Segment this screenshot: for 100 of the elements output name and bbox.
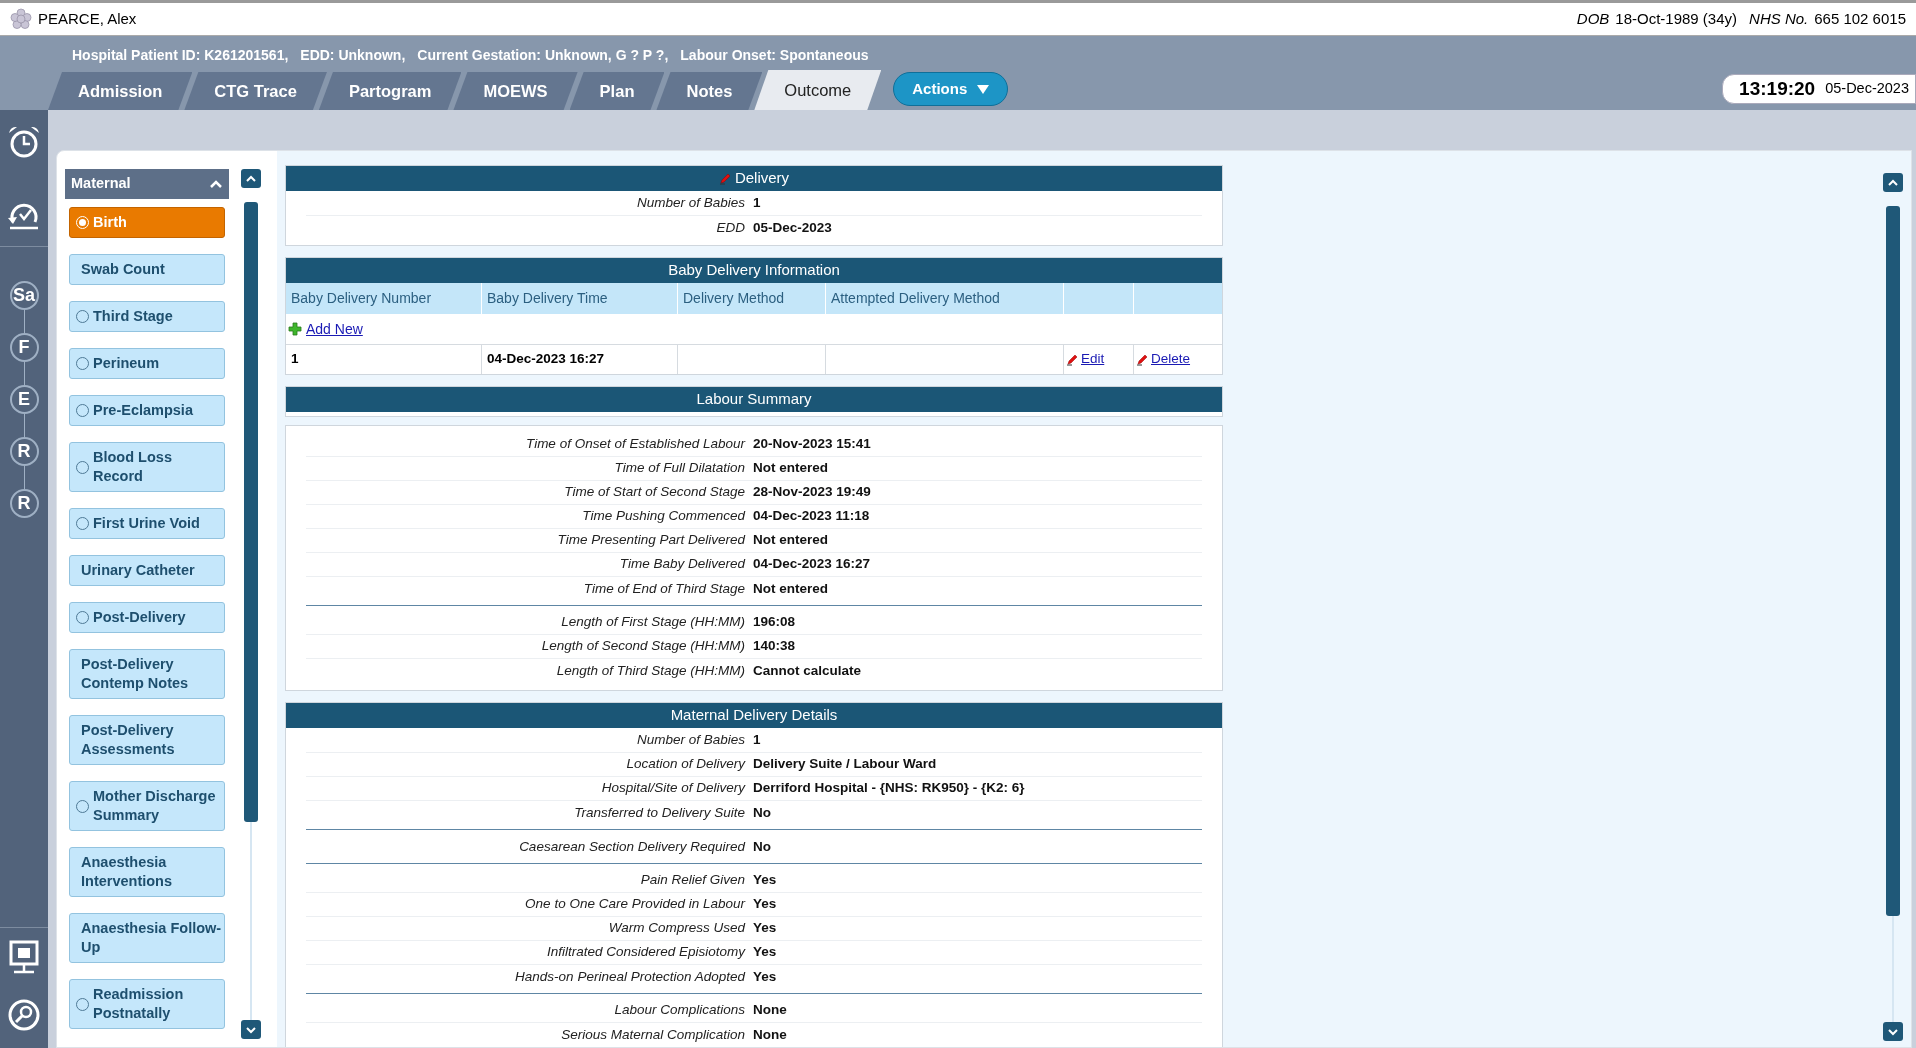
alarm-clock-icon[interactable]	[6, 124, 42, 160]
nav-tab[interactable]: CTG Trace	[184, 72, 327, 110]
nhs-label: NHS No.	[1749, 8, 1809, 29]
patient-name: PEARCE, Alex	[38, 8, 137, 29]
table-cell-text: 1	[291, 350, 299, 369]
field-label: Time Pushing Commenced	[581, 507, 747, 526]
field-label: Length of First Stage (HH:MM)	[560, 613, 746, 632]
menu-item[interactable]: Anaesthesia Follow-Up	[69, 913, 225, 963]
field-label: Time Baby Delivered	[618, 555, 747, 574]
field-label: Warm Compress Used	[607, 919, 747, 938]
menu-item[interactable]: First Urine Void	[69, 508, 225, 539]
section-title: Baby Delivery Information	[668, 260, 840, 281]
field-value: Not entered	[753, 459, 828, 478]
field-label: EDD	[715, 218, 746, 237]
pencil-icon	[718, 172, 731, 185]
field-value: 1	[753, 194, 761, 213]
menu-item[interactable]: Pre-Eclampsia	[69, 395, 225, 426]
field-value: Yes	[753, 943, 777, 962]
menu-item[interactable]: Readmission Postnatally	[69, 979, 225, 1029]
presentation-board-icon[interactable]	[8, 940, 40, 976]
field-value: 05-Dec-2023	[753, 218, 832, 237]
menu-item[interactable]: Urinary Catheter	[69, 555, 225, 586]
menu-item[interactable]: Post-Delivery Assessments	[69, 715, 225, 765]
chevron-up-icon	[245, 174, 257, 183]
menu-header[interactable]: Maternal	[65, 169, 229, 199]
nav-tab[interactable]: MOEWS	[453, 72, 578, 110]
field-value: Not entered	[753, 579, 828, 598]
rail-letter-badge[interactable]: E	[9, 385, 39, 414]
caret-icon	[977, 84, 990, 94]
menu-item[interactable]: Swab Count	[69, 254, 225, 285]
menu-item[interactable]: Perineum	[69, 348, 225, 379]
scroll-down-button[interactable]	[1883, 1022, 1903, 1041]
clock-date: 05-Dec-2023	[1825, 79, 1909, 99]
field-label: Length of Second Stage (HH:MM)	[540, 637, 746, 656]
scroll-down-button[interactable]	[241, 1020, 261, 1039]
edit-link[interactable]: Edit	[1081, 349, 1105, 370]
rail-letter-badge[interactable]: R	[9, 489, 39, 518]
rail-letter-badge[interactable]: Sa	[9, 281, 39, 310]
section-title: Maternal Delivery Details	[670, 705, 838, 726]
field-label: Labour Complications	[613, 1001, 746, 1020]
field-label: Caesarean Section Delivery Required	[518, 837, 747, 856]
pencil-icon	[1136, 353, 1148, 366]
menu-item[interactable]: Anaesthesia Interventions	[69, 847, 225, 897]
scroll-up-button[interactable]	[1883, 173, 1903, 192]
nav-tab[interactable]: Plan	[569, 72, 665, 110]
section-title: Labour Summary	[696, 389, 812, 410]
scrollbar-thumb[interactable]	[244, 202, 258, 822]
field-label: Hands-on Perineal Protection Adopted	[514, 967, 747, 986]
menu-item[interactable]: Mother Discharge Summary	[69, 781, 225, 831]
menu-title: Maternal	[71, 174, 131, 194]
pencil-icon	[1066, 353, 1078, 366]
scrollbar-thumb[interactable]	[1886, 206, 1900, 916]
field-value: None	[753, 1001, 787, 1020]
dob-value: 18-Oct-1989 (34y)	[1615, 8, 1738, 29]
rail-letter-badge[interactable]: F	[9, 333, 39, 362]
column-header: Delivery Method	[678, 283, 826, 314]
menu-item[interactable]: Blood Loss Record	[69, 442, 225, 492]
patient-banner-item: Labour Onset: Spontaneous	[680, 46, 869, 64]
field-value: Cannot calculate	[753, 661, 862, 680]
menu-item[interactable]: Post-Delivery Contemp Notes	[69, 649, 225, 699]
chevron-down-icon	[245, 1025, 257, 1034]
section-title: Delivery	[734, 168, 790, 189]
menu-item[interactable]: Post-Delivery	[69, 602, 225, 633]
field-value: Delivery Suite / Labour Ward	[753, 755, 937, 774]
chevron-up-icon	[1887, 178, 1899, 187]
nav-tab[interactable]: Admission	[48, 72, 193, 110]
dob-label: DOB	[1576, 8, 1610, 29]
field-label: Time Presenting Part Delivered	[556, 531, 747, 550]
plus-icon	[288, 322, 302, 336]
chevron-down-icon	[1887, 1027, 1899, 1036]
patient-banner-item: Current Gestation: Unknown, G ? P ?,	[417, 46, 669, 64]
field-value: No	[753, 837, 771, 856]
rail-letter-badge[interactable]: R	[9, 437, 39, 466]
actions-button[interactable]: Actions	[893, 72, 1009, 106]
field-label: Time of Full Dilatation	[613, 459, 746, 478]
field-label: Transferred to Delivery Suite	[573, 803, 746, 822]
patient-banner-item: Hospital Patient ID: K261201561,	[72, 46, 289, 64]
add-new-link[interactable]: Add New	[306, 318, 363, 340]
nhs-value: 665 102 6015	[1814, 8, 1906, 29]
search-icon[interactable]	[7, 998, 41, 1032]
nav-tab[interactable]: Partogram	[318, 72, 462, 110]
field-value: Derriford Hospital - {NHS: RK950} - {K2: 6}	[753, 779, 1025, 798]
field-label: One to One Care Provided in Labour	[524, 895, 747, 914]
field-label: Location of Delivery	[625, 755, 747, 774]
delete-link[interactable]: Delete	[1151, 349, 1191, 370]
nav-tab[interactable]: Outcome	[754, 70, 882, 110]
scroll-up-button[interactable]	[241, 169, 261, 188]
field-value: 196:08	[753, 613, 796, 632]
field-label: Hospital/Site of Delivery	[600, 779, 747, 798]
column-header: Baby Delivery Time	[482, 283, 678, 314]
field-value: 20-Nov-2023 15:41	[753, 435, 871, 454]
field-label: Number of Babies	[635, 731, 746, 750]
nav-tab[interactable]: Notes	[656, 72, 763, 110]
field-value: None	[753, 1025, 787, 1044]
menu-item[interactable]: Third Stage	[69, 301, 225, 332]
field-label: Serious Maternal Complication	[560, 1025, 746, 1044]
field-label: Number of Babies	[635, 194, 746, 213]
clock-time: 13:19:20	[1739, 76, 1816, 101]
field-value: 140:38	[753, 637, 796, 656]
field-value: Yes	[753, 871, 777, 890]
